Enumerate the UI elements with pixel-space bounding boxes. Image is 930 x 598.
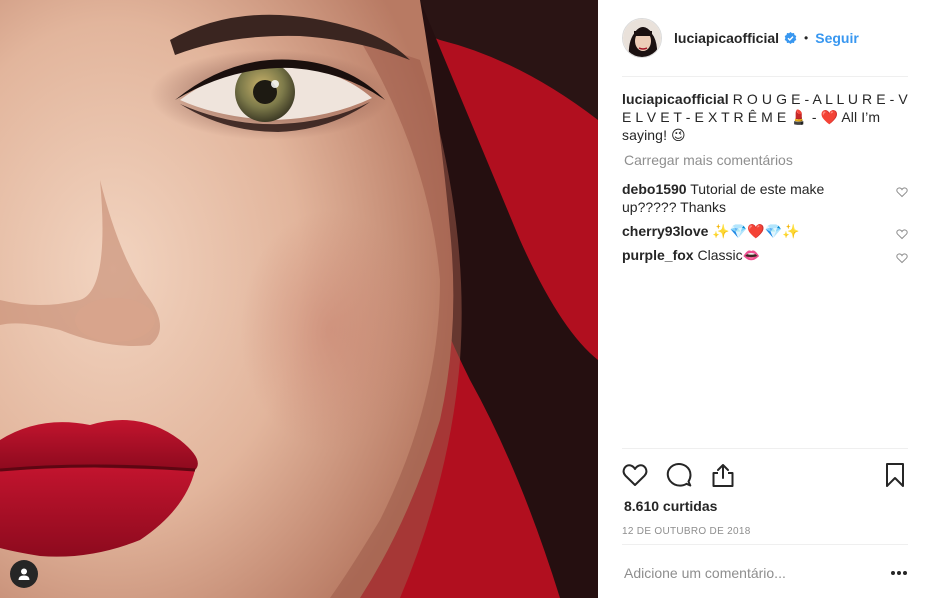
post-side-panel: luciapicaofficial • Seguir luciapicaoffi… xyxy=(598,0,930,598)
avatar-image xyxy=(623,19,661,57)
share-upload-icon xyxy=(712,463,734,487)
comments-section: luciapicaofficial R O U G E - A L L U R … xyxy=(622,90,908,270)
post-date[interactable]: 12 DE OUTUBRO DE 2018 xyxy=(622,526,751,537)
post-header: luciapicaofficial • Seguir xyxy=(622,0,908,77)
user-tag-icon xyxy=(18,568,30,580)
comment-username[interactable]: cherry93love xyxy=(622,223,708,239)
bookmark-icon xyxy=(886,462,904,487)
post-caption: luciapicaofficial R O U G E - A L L U R … xyxy=(622,90,908,144)
comment-button[interactable] xyxy=(666,462,692,488)
comment-item: purple_fox Classic👄 xyxy=(622,246,908,264)
heart-outline-icon xyxy=(622,463,648,486)
comment-text: ✨💎❤️💎✨ xyxy=(708,223,800,239)
caption-username[interactable]: luciapicaofficial xyxy=(622,91,729,107)
comment-input[interactable]: Adicione um comentário... xyxy=(622,565,890,581)
portrait-image xyxy=(0,0,598,598)
comment-options-button[interactable] xyxy=(890,564,908,582)
post-photo[interactable] xyxy=(0,0,598,598)
avatar[interactable] xyxy=(622,18,662,58)
like-button[interactable] xyxy=(622,462,648,488)
header-separator: • xyxy=(804,31,809,45)
verified-badge-icon xyxy=(784,31,797,44)
share-button[interactable] xyxy=(710,462,736,488)
save-button[interactable] xyxy=(882,462,908,488)
ellipsis-icon xyxy=(891,570,907,575)
comment-like-heart-icon[interactable] xyxy=(896,252,908,264)
comment-item: cherry93love ✨💎❤️💎✨ xyxy=(622,222,908,240)
comment-like-heart-icon[interactable] xyxy=(896,186,908,198)
likes-count[interactable]: 8.610 curtidas xyxy=(624,498,717,514)
load-more-comments-button[interactable]: Carregar mais comentários xyxy=(622,152,908,168)
comment-username[interactable]: purple_fox xyxy=(622,247,694,263)
comment-item: debo1590 Tutorial de este make up????? T… xyxy=(622,180,908,216)
user-tag-button[interactable] xyxy=(10,560,38,588)
post-actions-bar xyxy=(622,448,908,500)
comment-username[interactable]: debo1590 xyxy=(622,181,687,197)
header-username[interactable]: luciapicaofficial xyxy=(674,30,779,46)
speech-bubble-icon xyxy=(666,462,692,487)
comment-text: Classic👄 xyxy=(693,247,761,263)
comment-like-heart-icon[interactable] xyxy=(896,228,908,240)
follow-button[interactable]: Seguir xyxy=(815,30,859,46)
add-comment-bar: Adicione um comentário... xyxy=(622,544,908,598)
